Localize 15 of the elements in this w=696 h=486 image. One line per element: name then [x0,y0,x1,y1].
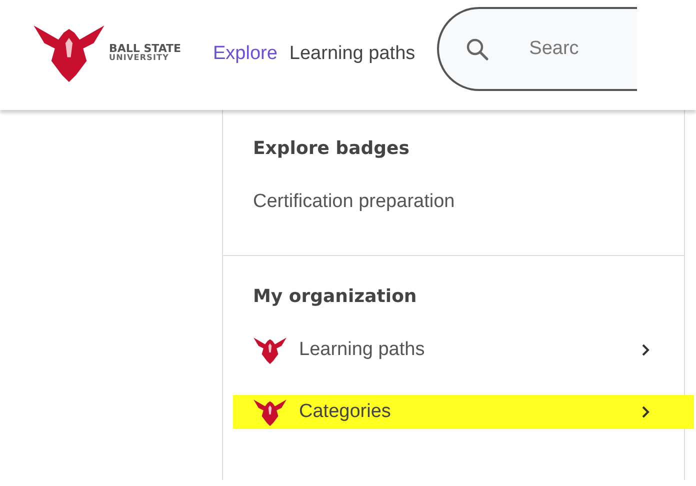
search-field[interactable]: Searc [437,7,638,91]
crest-icon [253,336,287,364]
menu-item[interactable]: Learning paths [233,333,694,367]
brand-subtitle: UNIVERSITY [109,54,170,62]
nav-link[interactable]: Learning paths [289,43,416,65]
crest-icon [253,398,287,426]
menu-item[interactable]: Categories [233,395,694,429]
menu-item[interactable]: Certification preparation [233,185,694,219]
nav-link[interactable]: Explore [213,43,278,65]
search-icon [465,37,490,61]
chevron-right-icon [642,344,650,356]
menu-heading: Explore badges [252,138,410,159]
brand-name: BALL STATE [109,42,181,54]
menu-heading: My organization [252,286,418,307]
chevron-right-icon [642,406,650,418]
